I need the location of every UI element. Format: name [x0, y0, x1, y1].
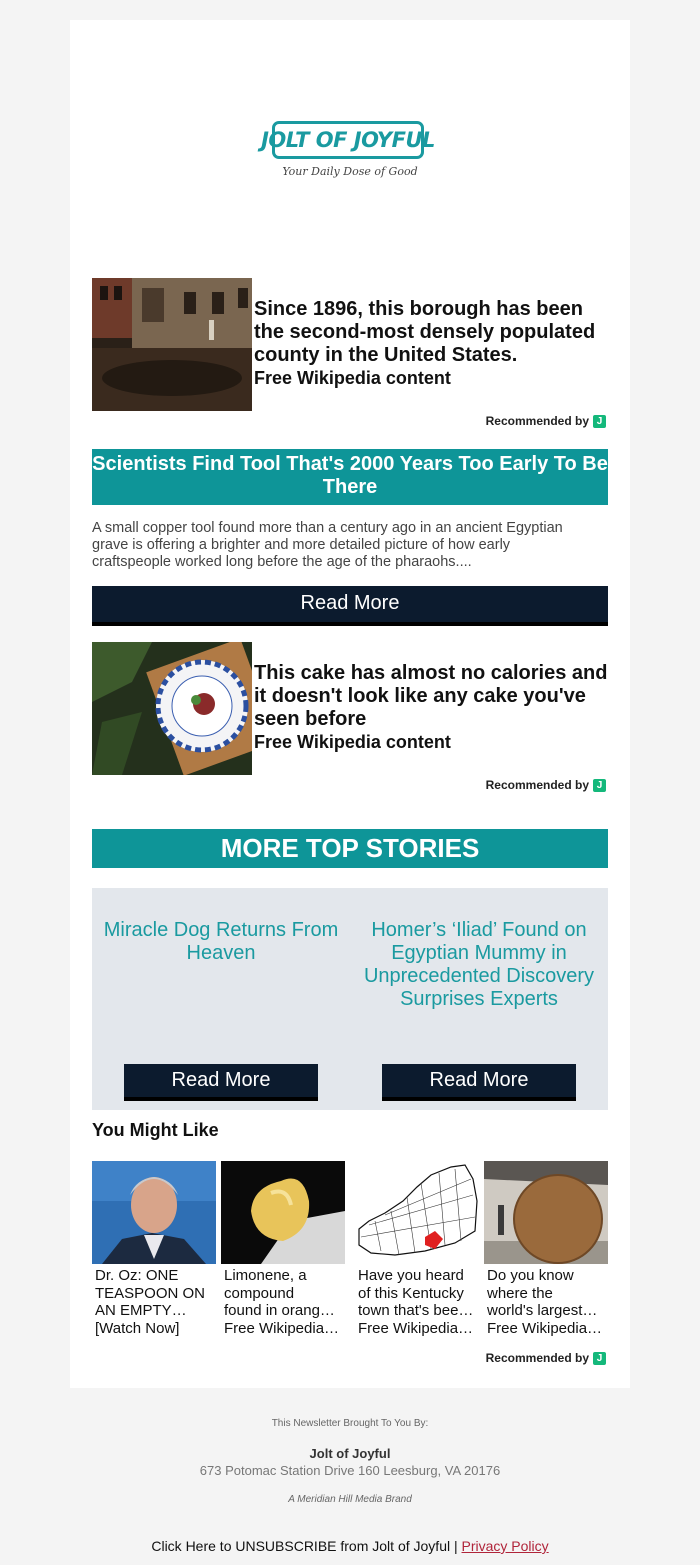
caption-line[interactable]: town that's bee… — [358, 1302, 476, 1320]
recommender-logo-icon: J — [593, 414, 606, 428]
promo-headline-text[interactable]: Since 1896, this borough has been the se… — [254, 298, 608, 367]
story-title-2[interactable]: Homer’s ‘Iliad’ Found on Egyptian Mummy … — [359, 919, 599, 1011]
promo-image-street[interactable] — [92, 278, 252, 411]
promo-source: Free Wikipedia content — [254, 732, 451, 752]
footer-company: Jolt of Joyful — [309, 1446, 391, 1461]
logo-text: JOLT OF JOYFUL — [261, 128, 435, 152]
caption-line[interactable]: of this Kentucky — [358, 1285, 476, 1303]
article-summary: A small copper tool found more than a ce… — [92, 520, 563, 570]
unsubscribe-link[interactable]: Click Here to UNSUBSCRIBE from Jolt of J… — [151, 1538, 457, 1554]
recommended-label: Recommended by — [485, 1351, 589, 1365]
yml-image-lemon[interactable] — [221, 1161, 345, 1264]
more-top-stories-header: MORE TOP STORIES — [92, 829, 608, 868]
yml-image-ball[interactable] — [484, 1161, 608, 1264]
footer-brought-by: This Newsletter Brought To You By: — [271, 1418, 429, 1429]
recommended-label: Recommended by — [485, 414, 589, 428]
promo-image-cake[interactable] — [92, 642, 252, 775]
article-title[interactable]: Scientists Find Tool That's 2000 Years T… — [92, 449, 608, 505]
privacy-policy-link[interactable]: Privacy Policy — [462, 1538, 549, 1554]
caption-line[interactable]: Do you know — [487, 1267, 605, 1285]
recommended-by-3[interactable]: Recommended by J — [486, 1351, 606, 1365]
you-might-like-title: You Might Like — [92, 1120, 219, 1140]
footer-links: Click Here to UNSUBSCRIBE from Jolt of J… — [0, 1538, 700, 1554]
recommended-by-1[interactable]: Recommended by J — [486, 414, 606, 428]
recommended-by-2[interactable]: Recommended by J — [486, 778, 606, 792]
yml-caption-4[interactable]: Do you know where the world's largest… F… — [487, 1267, 605, 1337]
recommended-label: Recommended by — [485, 778, 589, 792]
caption-source: Free Wikipedia … — [358, 1319, 476, 1337]
caption-source: Free Wikipedia … — [487, 1319, 605, 1337]
yml-caption-2[interactable]: Limonene, a compound found in orang… Fre… — [224, 1267, 342, 1337]
caption-line[interactable]: compound — [224, 1285, 342, 1303]
story-1-read-more-button[interactable]: Read More — [124, 1064, 318, 1101]
caption-line[interactable]: TEASPOON ON — [95, 1285, 213, 1303]
logo-tagline: Your Daily Dose of Good — [282, 165, 418, 178]
caption-line[interactable]: Limonene, a — [224, 1267, 342, 1285]
yml-caption-3[interactable]: Have you heard of this Kentucky town tha… — [358, 1267, 476, 1337]
caption-line[interactable]: Dr. Oz: ONE — [95, 1267, 213, 1285]
caption-line[interactable]: [Watch Now] — [95, 1320, 213, 1338]
promo-source: Free Wikipedia content — [254, 368, 451, 388]
caption-source: Free Wikipedia … — [224, 1319, 342, 1337]
caption-line[interactable]: AN EMPTY… — [95, 1302, 213, 1320]
footer-address: 673 Potomac Station Drive 160 Leesburg, … — [199, 1463, 501, 1478]
caption-line[interactable]: found in orang… — [224, 1302, 342, 1320]
yml-caption-1[interactable]: Dr. Oz: ONE TEASPOON ON AN EMPTY… [Watch… — [95, 1267, 213, 1337]
promo-headline-1[interactable]: Since 1896, this borough has been the se… — [254, 298, 608, 389]
caption-line[interactable]: where the — [487, 1285, 605, 1303]
yml-image-portrait[interactable] — [92, 1161, 216, 1264]
promo-headline-text[interactable]: This cake has almost no calories and it … — [254, 662, 608, 731]
story-title-1[interactable]: Miracle Dog Returns From Heaven — [101, 919, 341, 965]
recommender-logo-icon: J — [593, 778, 606, 792]
brand-logo[interactable]: JOLT OF JOYFUL — [261, 121, 435, 159]
recommender-logo-icon: J — [593, 1351, 606, 1365]
caption-line[interactable]: Have you heard — [358, 1267, 476, 1285]
promo-headline-2[interactable]: This cake has almost no calories and it … — [254, 662, 608, 753]
story-2-read-more-button[interactable]: Read More — [382, 1064, 576, 1101]
article-read-more-button[interactable]: Read More — [92, 586, 608, 626]
caption-line[interactable]: world's largest… — [487, 1302, 605, 1320]
yml-image-map[interactable] — [355, 1161, 479, 1264]
footer-brand-note: A Meridian Hill Media Brand — [288, 1494, 412, 1505]
